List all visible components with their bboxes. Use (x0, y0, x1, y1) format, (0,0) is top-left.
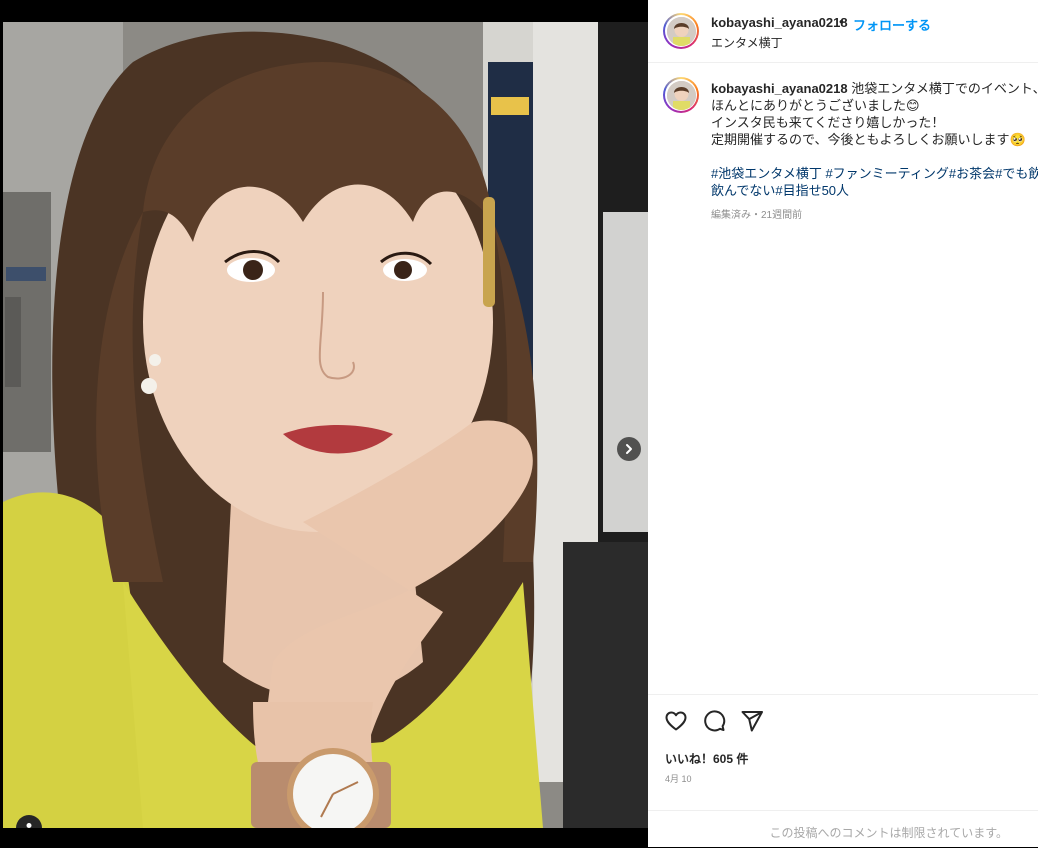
post-photo[interactable] (3, 22, 648, 828)
share-icon (741, 711, 763, 732)
bottom-frame (0, 828, 648, 847)
caption-line-1: 池袋エンタメ横丁でのイベント、 (851, 81, 1038, 96)
caption-line-4: 定期開催するので、今後ともよろしくお願いします🥺 (711, 132, 1026, 147)
hashtags-line-2[interactable]: 飲んでない#目指せ50人 (711, 182, 1038, 198)
caption-username[interactable]: kobayashi_ayana0218 (711, 81, 848, 96)
comments-restricted-text: この投稿へのコメントは制限されています。 (769, 826, 1008, 840)
comment-button[interactable] (702, 709, 726, 733)
caption-line-2: ほんとにありがとうございました😊 (711, 98, 920, 113)
comments-restricted-bar: この投稿へのコメントは制限されています。 (648, 810, 1038, 848)
edited-timestamp: 編集済み・21週間前 (711, 210, 803, 221)
heart-icon (665, 711, 687, 731)
post-header: kobayashi_ayana0218 • フォローする エンタメ横丁 (648, 0, 1038, 63)
caption-avatar[interactable] (663, 77, 699, 113)
post-caption: kobayashi_ayana0218 池袋エンタメ横丁でのイベント、 ほんとに… (711, 80, 1038, 198)
photo-illustration (3, 22, 648, 828)
caption-line-3: インスタ民も来てくださり嬉しかった！ (711, 115, 945, 130)
post-details-panel: kobayashi_ayana0218 • フォローする エンタメ横丁 koba… (648, 0, 1038, 847)
comment-icon (704, 710, 726, 732)
header-avatar[interactable] (663, 13, 699, 49)
chevron-right-icon (626, 444, 632, 454)
header-username[interactable]: kobayashi_ayana0218 (711, 15, 848, 30)
post-date[interactable]: 4月 10 (665, 772, 692, 785)
actions-divider (648, 694, 1038, 696)
header-separator: • (839, 14, 844, 29)
location-link[interactable]: エンタメ横丁 (711, 34, 783, 51)
likes-count[interactable]: いいね！605 件 (665, 750, 748, 767)
next-photo-button[interactable] (617, 437, 641, 461)
share-button[interactable] (740, 709, 764, 733)
like-button[interactable] (664, 709, 688, 733)
follow-button[interactable]: フォローする (853, 15, 931, 34)
hashtags-line-1[interactable]: #池袋エンタメ横丁 #ファンミーティング#お茶会#でも飲 (711, 165, 1038, 182)
